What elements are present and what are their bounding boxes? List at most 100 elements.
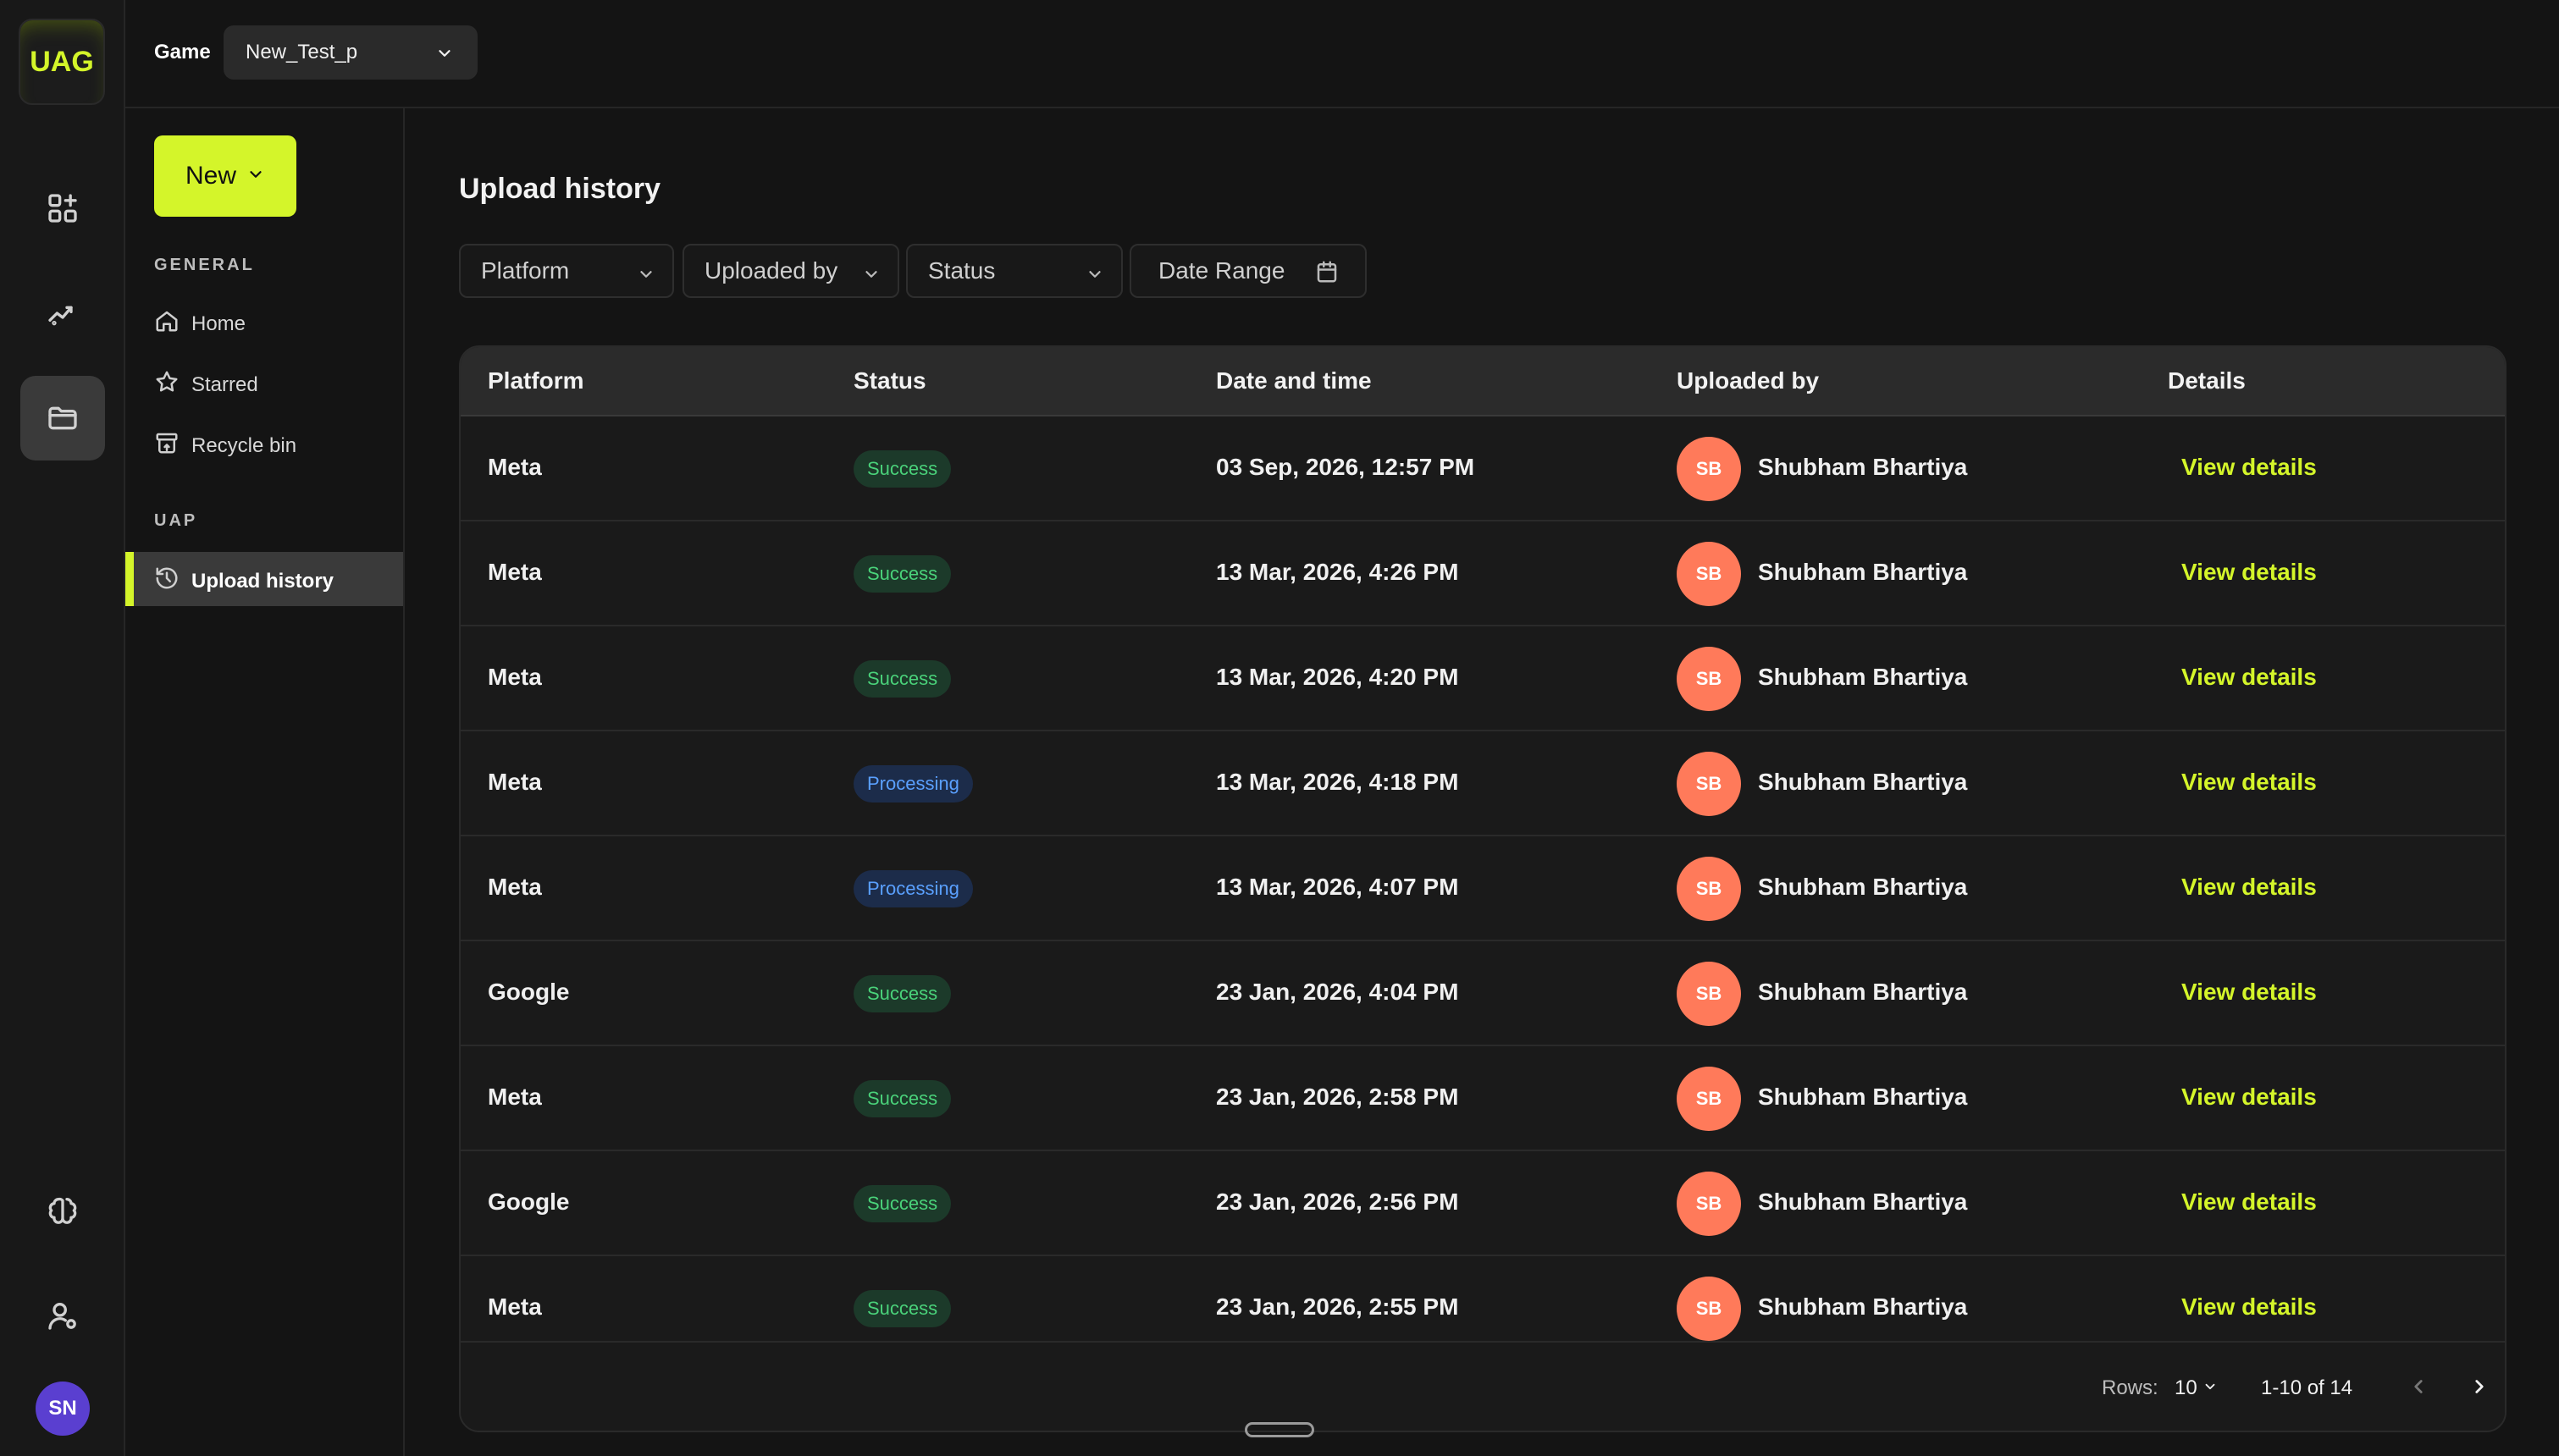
rows-per-page-select[interactable]: 10 — [2175, 1376, 2218, 1400]
previous-page-button[interactable] — [2400, 1368, 2437, 1405]
view-details-link[interactable]: View details — [2181, 1084, 2317, 1111]
table-footer: Rows: 10 1-10 of 14 — [461, 1341, 2505, 1431]
status-badge: Success — [854, 450, 952, 488]
date-cell: 23 Jan, 2026, 2:58 PM — [1216, 1084, 1459, 1110]
uploader-name: Shubham Bhartiya — [1758, 664, 1968, 690]
date-cell: 23 Jan, 2026, 2:55 PM — [1216, 1293, 1459, 1320]
view-details-link[interactable]: View details — [2181, 1189, 2317, 1216]
table-row[interactable]: Meta Processing 13 Mar, 2026, 4:18 PM SB Shu… — [461, 731, 2505, 836]
star-icon — [154, 369, 180, 400]
date-cell: 13 Mar, 2026, 4:18 PM — [1216, 769, 1459, 795]
upload-history-table: Platform Status Date and time Uploaded b… — [459, 345, 2506, 1432]
view-details-link[interactable]: View details — [2181, 664, 2317, 691]
platform-cell: Meta — [488, 1084, 542, 1110]
chevron-down-icon — [862, 262, 881, 290]
sidebar-item-upload-history-content: Upload history — [154, 565, 334, 597]
column-header-date[interactable]: Date and time — [1216, 367, 1372, 394]
uploader-name: Shubham Bhartiya — [1758, 874, 1968, 900]
resize-handle[interactable] — [1245, 1422, 1314, 1437]
sidebar-item-recycle-bin[interactable]: Recycle bin — [154, 430, 296, 461]
table-row[interactable]: Google Success 23 Jan, 2026, 2:56 PM SB Shub… — [461, 1151, 2505, 1256]
filter-label: Date Range — [1158, 257, 1285, 284]
game-select[interactable]: New_Test_p — [224, 25, 478, 80]
date-cell: 13 Mar, 2026, 4:20 PM — [1216, 664, 1459, 690]
table-row[interactable]: Meta Success 13 Mar, 2026, 4:26 PM SB Shubha… — [461, 521, 2505, 626]
column-header-details: Details — [2168, 367, 2246, 394]
uploader-name: Shubham Bhartiya — [1758, 979, 1968, 1005]
uploader-avatar: SB — [1677, 1277, 1741, 1341]
recycle-bin-icon — [154, 430, 180, 461]
status-badge: Success — [854, 975, 952, 1012]
uploader-name: Shubham Bhartiya — [1758, 1084, 1968, 1110]
uploader-avatar: SB — [1677, 857, 1741, 921]
status-badge: Success — [854, 1185, 952, 1222]
platform-filter[interactable]: Platform — [459, 244, 674, 298]
view-details-link[interactable]: View details — [2181, 874, 2317, 901]
new-button[interactable]: New — [154, 135, 296, 217]
platform-cell: Meta — [488, 454, 542, 480]
view-details-link[interactable]: View details — [2181, 454, 2317, 481]
apps-icon[interactable] — [20, 166, 105, 251]
view-details-link[interactable]: View details — [2181, 769, 2317, 796]
date-cell: 23 Jan, 2026, 4:04 PM — [1216, 979, 1459, 1005]
uploaded-by-filter[interactable]: Uploaded by — [683, 244, 899, 298]
view-details-link[interactable]: View details — [2181, 979, 2317, 1006]
chevron-down-icon — [1086, 262, 1104, 290]
date-range-filter[interactable]: Date Range — [1130, 244, 1367, 298]
chevron-right-icon — [2475, 1380, 2484, 1393]
status-badge: Success — [854, 1290, 952, 1327]
column-header-status[interactable]: Status — [854, 367, 926, 394]
uploader-avatar: SB — [1677, 647, 1741, 711]
table-row[interactable]: Meta Processing 13 Mar, 2026, 4:07 PM SB Shu… — [461, 836, 2505, 941]
table-row[interactable]: Google Success 23 Jan, 2026, 4:04 PM SB Shub… — [461, 941, 2505, 1046]
uploader-avatar: SB — [1677, 752, 1741, 816]
platform-cell: Meta — [488, 1293, 542, 1320]
next-page-button[interactable] — [2461, 1368, 2498, 1405]
status-badge: Processing — [854, 870, 973, 907]
user-settings-icon[interactable] — [20, 1273, 105, 1358]
history-icon — [154, 565, 180, 597]
table-row[interactable]: Meta Success 13 Mar, 2026, 4:20 PM SB Shubha… — [461, 626, 2505, 731]
date-cell: 23 Jan, 2026, 2:56 PM — [1216, 1189, 1459, 1215]
filter-label: Uploaded by — [705, 257, 838, 284]
user-avatar[interactable]: SN — [36, 1382, 90, 1436]
app-rail: UAG SN — [0, 0, 125, 1456]
uploader-avatar: SB — [1677, 437, 1741, 501]
view-details-link[interactable]: View details — [2181, 559, 2317, 586]
app-logo[interactable]: UAG — [19, 19, 105, 105]
status-filter[interactable]: Status — [906, 244, 1123, 298]
calendar-icon — [1314, 259, 1340, 290]
top-bar: Game New_Test_p — [125, 0, 2559, 108]
sidebar-item-upload-history[interactable]: Upload history — [125, 552, 403, 606]
filter-label: Status — [928, 257, 996, 284]
table-header: Platform Status Date and time Uploaded b… — [461, 347, 2505, 416]
folder-icon[interactable] — [20, 376, 105, 461]
view-details-link[interactable]: View details — [2181, 1293, 2317, 1321]
platform-cell: Meta — [488, 664, 542, 690]
sidebar-item-home[interactable]: Home — [154, 308, 246, 339]
uploader-avatar: SB — [1677, 1067, 1741, 1131]
sidebar-item-label: Upload history — [191, 569, 334, 593]
section-label-uap: UAP — [154, 511, 198, 530]
table-row[interactable]: Meta Success 23 Jan, 2026, 2:58 PM SB Shubha… — [461, 1046, 2505, 1151]
home-icon — [154, 308, 180, 339]
brain-icon[interactable] — [20, 1168, 105, 1253]
platform-cell: Meta — [488, 874, 542, 900]
filter-label: Platform — [481, 257, 570, 284]
sidebar-item-starred[interactable]: Starred — [154, 369, 258, 400]
status-badge: Success — [854, 660, 952, 698]
secondary-sidebar: New GENERAL Home Starred Recycle bin UAP… — [125, 108, 405, 1456]
analytics-icon[interactable] — [20, 271, 105, 356]
column-header-uploaded-by[interactable]: Uploaded by — [1677, 367, 1819, 394]
uploader-avatar: SB — [1677, 1172, 1741, 1236]
date-cell: 13 Mar, 2026, 4:26 PM — [1216, 559, 1459, 585]
table-row[interactable]: Meta Success 23 Jan, 2026, 2:55 PM SB Shubha… — [461, 1256, 2505, 1344]
game-select-value: New_Test_p — [246, 41, 358, 63]
column-header-platform[interactable]: Platform — [488, 367, 584, 394]
section-label-general: GENERAL — [154, 256, 255, 274]
date-cell: 13 Mar, 2026, 4:07 PM — [1216, 874, 1459, 900]
uploader-name: Shubham Bhartiya — [1758, 769, 1968, 795]
rows-per-page-value: 10 — [2175, 1376, 2197, 1399]
uploader-avatar: SB — [1677, 962, 1741, 1026]
table-row[interactable]: Meta Success 03 Sep, 2026, 12:57 PM SB Shubh… — [461, 416, 2505, 521]
